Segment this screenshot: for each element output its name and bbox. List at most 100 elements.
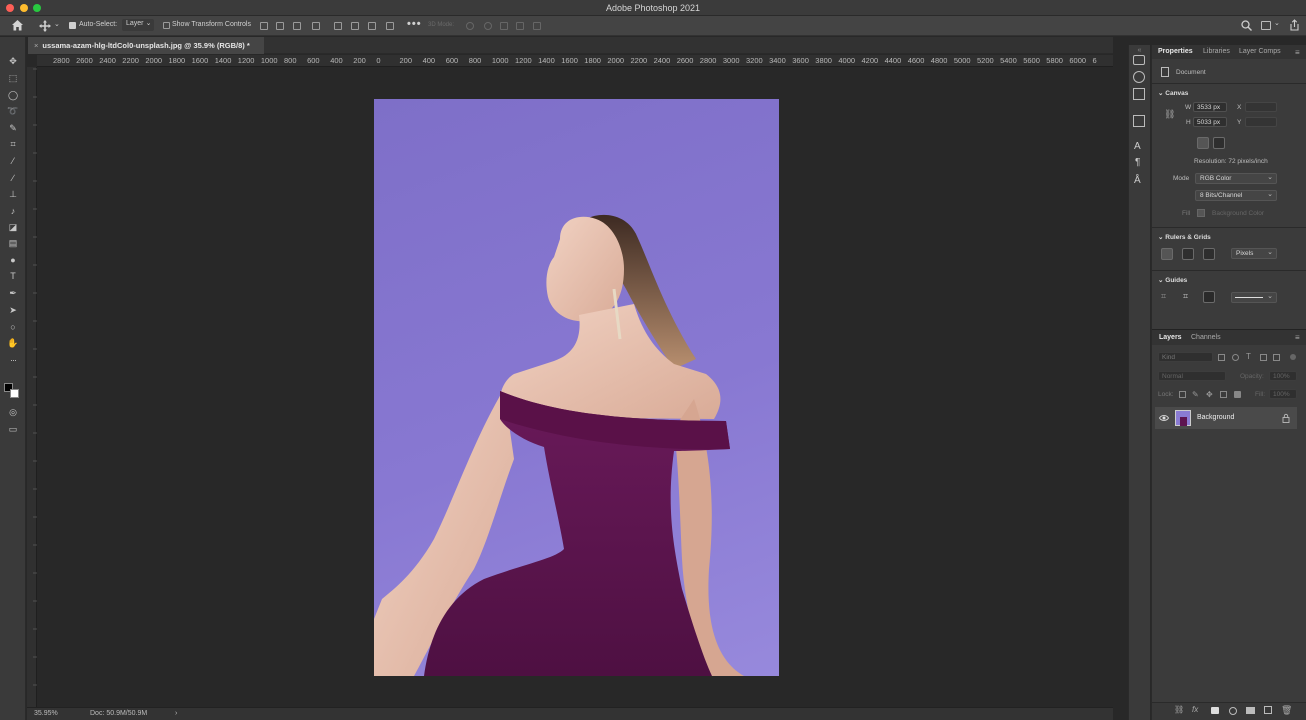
new-group-icon[interactable]	[1246, 707, 1255, 714]
background-color-swatch[interactable]	[10, 389, 19, 398]
document-image[interactable]	[374, 99, 779, 676]
document-tab[interactable]: × ussama-azam-hlg-ltdCol0-unsplash.jpg @ …	[28, 37, 264, 54]
character-panel-icon[interactable]: A	[1134, 141, 1141, 152]
pen-tool-button[interactable]: ✒	[7, 287, 19, 299]
crop-tool-button[interactable]: ⌗	[7, 138, 19, 150]
layer-row-background[interactable]: Background	[1155, 407, 1297, 429]
quick-selection-tool-button[interactable]: ✎	[7, 122, 19, 134]
path-selection-tool-button[interactable]: ➤	[7, 304, 19, 316]
artboard-tool-button[interactable]: ⬚	[7, 72, 19, 84]
smart-guides-toggle-icon[interactable]	[1203, 291, 1215, 303]
tab-properties[interactable]: Properties	[1158, 48, 1193, 55]
status-menu-arrow[interactable]: ›	[175, 710, 177, 717]
lasso-tool-button[interactable]: ➰	[7, 105, 19, 117]
layer-lock-icon[interactable]	[1282, 413, 1290, 423]
canvas-height-field[interactable]: 5033 px	[1193, 117, 1227, 127]
swatches-panel-icon[interactable]	[1133, 88, 1145, 100]
search-icon[interactable]	[1241, 20, 1252, 31]
canvas-x-field[interactable]	[1245, 102, 1277, 112]
align-left-icon[interactable]	[260, 22, 268, 30]
lock-transparent-icon[interactable]	[1179, 391, 1186, 398]
elliptical-marquee-tool-button[interactable]: ◯	[7, 89, 19, 101]
filter-pixel-icon[interactable]	[1218, 354, 1225, 361]
ruler-units-dropdown[interactable]: Pixels	[1231, 248, 1277, 259]
filter-toggle[interactable]	[1290, 354, 1296, 360]
align-bottom-icon[interactable]	[368, 22, 376, 30]
canvas-section-header[interactable]: ⌄ Canvas	[1158, 89, 1188, 97]
paragraph-panel-icon[interactable]: ¶	[1135, 157, 1140, 168]
canvas-width-field[interactable]: 3533 px	[1193, 102, 1227, 112]
distribute-vertical-icon[interactable]	[386, 22, 394, 30]
filter-type-icon[interactable]: T	[1246, 352, 1251, 361]
workspace-icon[interactable]	[1261, 21, 1271, 30]
opacity-field[interactable]: 100%	[1269, 371, 1297, 381]
lock-all-icon[interactable]	[1234, 391, 1241, 398]
lock-image-icon[interactable]: ✎	[1192, 390, 1199, 399]
landscape-orientation-button[interactable]	[1213, 137, 1225, 149]
layer-style-icon[interactable]: fx	[1192, 705, 1198, 714]
new-guide-layout-icon[interactable]: ⌗	[1183, 291, 1188, 302]
show-transform-checkbox[interactable]	[163, 22, 170, 29]
lock-position-icon[interactable]: ✥	[1206, 390, 1213, 399]
guide-style-dropdown[interactable]	[1231, 292, 1277, 303]
fill-value[interactable]: Background Color	[1212, 210, 1264, 217]
share-icon[interactable]	[1289, 19, 1300, 31]
more-options-icon[interactable]: •••	[407, 18, 422, 30]
ellipse-tool-button[interactable]: ○	[7, 321, 19, 333]
pixel-grid-toggle-icon[interactable]	[1203, 248, 1215, 260]
clone-stamp-tool-button[interactable]: ⊥	[7, 188, 19, 200]
fill-swatch[interactable]	[1197, 209, 1205, 217]
3d-scale-icon[interactable]	[533, 22, 541, 30]
guide-layout-icon[interactable]: ⌗	[1161, 291, 1166, 302]
filter-adjustment-icon[interactable]	[1232, 354, 1239, 361]
hand-tool-button[interactable]: ✋	[7, 337, 19, 349]
fill-opacity-field[interactable]: 100%	[1269, 389, 1297, 399]
add-mask-icon[interactable]	[1211, 707, 1219, 714]
visibility-eye-icon[interactable]	[1159, 414, 1169, 422]
tab-channels[interactable]: Channels	[1191, 334, 1221, 341]
quick-mask-icon[interactable]: ◎	[7, 406, 19, 418]
3d-drag-icon[interactable]	[500, 22, 508, 30]
filter-shape-icon[interactable]	[1260, 354, 1267, 361]
auto-select-checkbox[interactable]	[69, 22, 76, 29]
3d-roll-icon[interactable]	[484, 22, 492, 30]
glyphs-panel-icon[interactable]: Å	[1134, 175, 1141, 186]
screen-mode-icon[interactable]: ▭	[7, 423, 19, 435]
distribute-icon[interactable]	[312, 22, 320, 30]
guides-section-header[interactable]: ⌄ Guides	[1158, 276, 1187, 284]
tab-layer-comps[interactable]: Layer Comps	[1239, 48, 1281, 55]
align-right-icon[interactable]	[293, 22, 301, 30]
layer-name[interactable]: Background	[1197, 414, 1234, 421]
tool-preset-chevron-icon[interactable]: ⌄	[54, 20, 60, 28]
history-panel-icon[interactable]	[1133, 55, 1145, 65]
portrait-orientation-button[interactable]	[1197, 137, 1209, 149]
zoom-level[interactable]: 35.95%	[34, 710, 58, 717]
edit-toolbar-icon[interactable]: ···	[7, 354, 19, 366]
brush-tool-button[interactable]: ∕	[7, 172, 19, 184]
gradient-tool-button[interactable]: ▤	[7, 237, 19, 249]
eyedropper-tool-button[interactable]: ⁄	[7, 155, 19, 167]
canvas-y-field[interactable]	[1245, 117, 1277, 127]
tab-layers[interactable]: Layers	[1159, 334, 1182, 341]
history-brush-tool-button[interactable]: ♪	[7, 205, 19, 217]
ruler-toggle-icon[interactable]	[1161, 248, 1173, 260]
new-layer-icon[interactable]	[1264, 706, 1272, 714]
delete-layer-icon[interactable]: 🗑	[1281, 705, 1292, 716]
align-middle-icon[interactable]	[351, 22, 359, 30]
rulers-grids-section-header[interactable]: ⌄ Rulers & Grids	[1158, 233, 1211, 241]
eraser-tool-button[interactable]: ◪	[7, 221, 19, 233]
auto-select-target-dropdown[interactable]: Layer ⌄	[122, 19, 154, 31]
link-dimensions-icon[interactable]: ⛓	[1164, 109, 1175, 120]
home-icon[interactable]	[11, 19, 24, 32]
align-center-icon[interactable]	[276, 22, 284, 30]
align-top-icon[interactable]	[334, 22, 342, 30]
color-panel-icon[interactable]	[1133, 71, 1145, 83]
3d-orbit-icon[interactable]	[466, 22, 474, 30]
adjustments-panel-icon[interactable]	[1133, 115, 1145, 127]
properties-menu-icon[interactable]: ≡	[1295, 48, 1300, 57]
color-mode-dropdown[interactable]: RGB Color	[1195, 173, 1277, 184]
link-layers-icon[interactable]: ⛓	[1174, 705, 1184, 714]
bit-depth-dropdown[interactable]: 8 Bits/Channel	[1195, 190, 1277, 201]
tab-close-icon[interactable]: ×	[34, 41, 38, 50]
3d-slide-icon[interactable]	[516, 22, 524, 30]
